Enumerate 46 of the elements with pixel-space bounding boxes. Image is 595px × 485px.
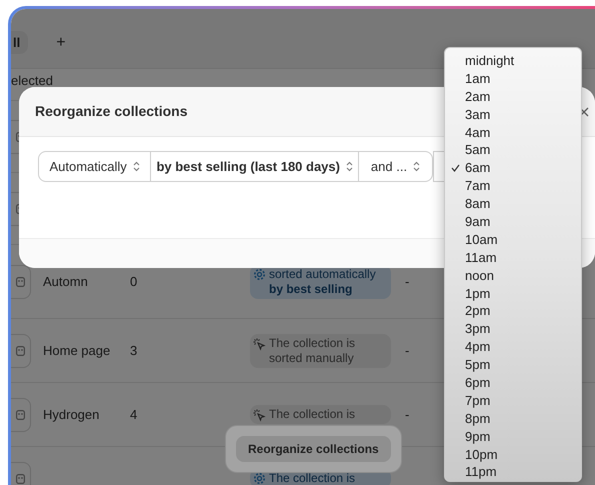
dash-text: - (405, 342, 410, 360)
collection-name: Home page (43, 342, 112, 360)
menu-option[interactable]: 9am (445, 213, 581, 231)
menu-option[interactable]: 8pm (445, 410, 581, 428)
menu-option[interactable]: 6pm (445, 374, 581, 392)
menu-option[interactable]: midnight (445, 52, 581, 70)
menu-option[interactable]: 3am (445, 106, 581, 124)
tab[interactable]: + (52, 31, 70, 54)
sort-status-text: sorted automatically by best selling (269, 266, 377, 296)
menu-option[interactable]: 9pm (445, 428, 581, 446)
cursor-click-icon (253, 409, 266, 422)
menu-option[interactable]: 3pm (445, 320, 581, 338)
sort-status-text: The collection is (269, 471, 356, 485)
menu-option[interactable]: 8am (445, 195, 581, 214)
menu-option[interactable]: 10am (445, 230, 581, 249)
tab[interactable]: ll (11, 31, 28, 54)
modal-title: Reorganize collections (35, 102, 188, 121)
product-count: 3 (130, 342, 138, 360)
menu-option[interactable]: 7am (445, 177, 581, 196)
menu-option[interactable]: 2am (445, 88, 581, 106)
menu-option[interactable]: 11am (445, 248, 581, 267)
menu-option[interactable]: 1pm (445, 284, 581, 302)
sort-status-text: The collection is sorted manually (269, 336, 356, 366)
menu-option[interactable]: 5am (445, 141, 581, 160)
product-count: 0 (130, 272, 138, 291)
menu-option[interactable]: 2pm (445, 302, 581, 320)
menu-option[interactable]: 10pm (445, 446, 581, 464)
gear-icon (253, 268, 266, 280)
selection-count: elected (11, 72, 53, 90)
menu-option[interactable]: 4am (445, 124, 581, 142)
cursor-click-icon (253, 338, 266, 350)
reorganize-button[interactable]: Reorganize collections (236, 436, 391, 462)
menu-option[interactable]: noon (445, 266, 581, 285)
dash-text: - (405, 272, 410, 291)
menu-option[interactable]: 4pm (445, 338, 581, 356)
menu-option[interactable]: 11pm (445, 463, 581, 482)
product-count: 4 (130, 406, 138, 424)
gear-icon (253, 472, 266, 485)
menu-option[interactable]: 5pm (445, 356, 581, 374)
sort-status-text: The collection is (269, 407, 356, 422)
menu-option[interactable]: 7pm (445, 392, 581, 410)
dash-text: - (405, 406, 410, 424)
menu-option[interactable]: 1am (445, 70, 581, 88)
collection-name: Hydrogen (43, 406, 100, 424)
menu-option[interactable]: 6am (445, 159, 581, 178)
collection-name: Automn (43, 272, 89, 291)
